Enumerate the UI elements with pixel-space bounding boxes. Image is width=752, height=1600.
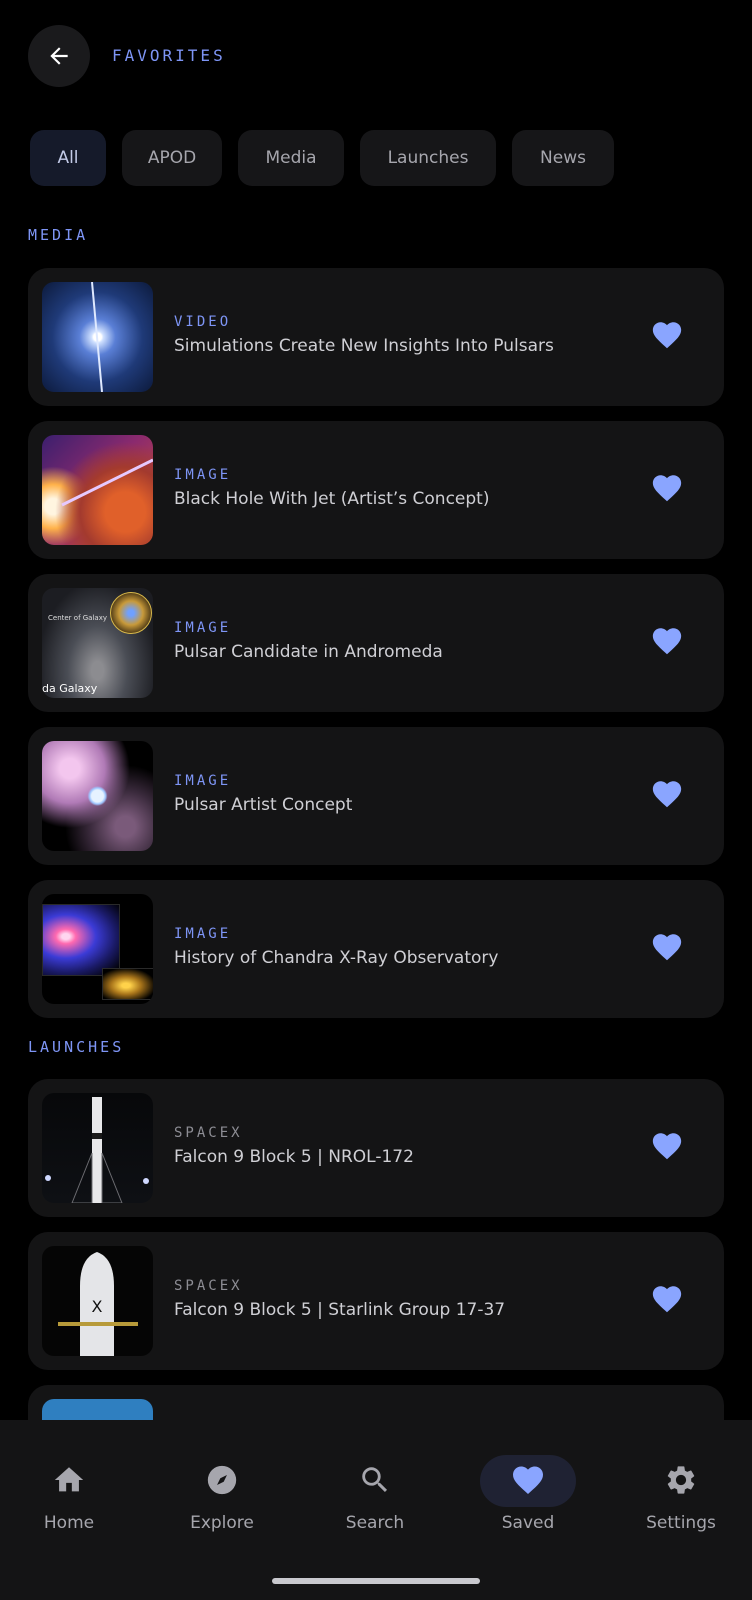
arrow-left-icon xyxy=(50,47,68,65)
nav-label: Explore xyxy=(190,1513,254,1533)
back-button[interactable] xyxy=(28,25,90,87)
item-title: Black Hole With Jet (Artist’s Concept) xyxy=(174,489,490,509)
thumbnail-image xyxy=(42,282,153,392)
filter-chips: All APOD Media Launches News xyxy=(30,130,614,186)
nav-item-saved[interactable]: Saved xyxy=(463,1450,593,1540)
thumbnail-image xyxy=(42,435,153,545)
thumbnail-caption-small: Center of Galaxy xyxy=(48,614,107,622)
favorite-card[interactable]: SPACEX Falcon 9 Block 5 | NROL-172 xyxy=(28,1079,724,1217)
heart-icon[interactable] xyxy=(650,1129,684,1163)
heart-icon[interactable] xyxy=(650,318,684,352)
item-category: IMAGE xyxy=(174,926,232,942)
heart-icon[interactable] xyxy=(650,777,684,811)
nav-item-search[interactable]: Search xyxy=(310,1450,440,1540)
top-bar: FAVORITES xyxy=(0,0,752,115)
heart-icon xyxy=(503,1460,553,1500)
filter-chip-launches[interactable]: Launches xyxy=(360,130,496,186)
nav-item-settings[interactable]: Settings xyxy=(616,1450,746,1540)
favorite-card[interactable]: IMAGE History of Chandra X-Ray Observato… xyxy=(28,880,724,1018)
thumbnail-image xyxy=(42,894,153,1004)
item-category: IMAGE xyxy=(174,620,232,636)
item-category: IMAGE xyxy=(174,467,232,483)
favorite-card[interactable]: IMAGE Pulsar Artist Concept xyxy=(28,727,724,865)
filter-chip-apod[interactable]: APOD xyxy=(122,130,222,186)
item-title: History of Chandra X-Ray Observatory xyxy=(174,948,499,968)
page-title: FAVORITES xyxy=(112,46,226,65)
filter-chip-news[interactable]: News xyxy=(512,130,614,186)
nav-label: Saved xyxy=(501,1513,555,1533)
favorite-card[interactable]: IMAGE Black Hole With Jet (Artist’s Conc… xyxy=(28,421,724,559)
favorite-card[interactable]: VIDEO Simulations Create New Insights In… xyxy=(28,268,724,406)
nav-label: Settings xyxy=(646,1513,716,1533)
section-label-launches: LAUNCHES xyxy=(28,1038,125,1056)
nav-item-explore[interactable]: Explore xyxy=(157,1450,287,1540)
item-title: Falcon 9 Block 5 | Starlink Group 17-37 xyxy=(174,1300,506,1320)
heart-icon[interactable] xyxy=(650,930,684,964)
item-category: IMAGE xyxy=(174,773,232,789)
heart-icon[interactable] xyxy=(650,471,684,505)
gear-icon xyxy=(656,1460,706,1500)
item-title: Pulsar Candidate in Andromeda xyxy=(174,642,443,662)
favorite-card[interactable]: Center of Galaxy da Galaxy IMAGE Pulsar … xyxy=(28,574,724,712)
item-title: Pulsar Artist Concept xyxy=(174,795,353,815)
filter-chip-all[interactable]: All xyxy=(30,130,106,186)
heart-icon[interactable] xyxy=(650,1282,684,1316)
item-title: Falcon 9 Block 5 | NROL-172 xyxy=(174,1147,414,1167)
thumbnail-image: Center of Galaxy da Galaxy xyxy=(42,588,153,698)
home-icon xyxy=(44,1460,94,1500)
nav-label: Home xyxy=(43,1513,95,1533)
item-title: Simulations Create New Insights Into Pul… xyxy=(174,336,554,356)
home-indicator[interactable] xyxy=(272,1578,480,1584)
heart-icon[interactable] xyxy=(650,624,684,658)
thumbnail-image xyxy=(42,741,153,851)
compass-icon xyxy=(197,1460,247,1500)
filter-chip-media[interactable]: Media xyxy=(238,130,344,186)
nav-label: Search xyxy=(345,1513,405,1533)
bottom-navigation: Home Explore Search Saved Settings xyxy=(0,1420,752,1600)
thumbnail-caption: da Galaxy xyxy=(42,682,98,695)
section-label-media: MEDIA xyxy=(28,226,89,244)
item-category: SPACEX xyxy=(174,1125,243,1141)
item-category: SPACEX xyxy=(174,1278,243,1294)
nav-item-home[interactable]: Home xyxy=(4,1450,134,1540)
thumbnail-image xyxy=(42,1093,153,1203)
search-icon xyxy=(350,1460,400,1500)
thumbnail-image: X xyxy=(42,1246,153,1356)
favorite-card[interactable]: X SPACEX Falcon 9 Block 5 | Starlink Gro… xyxy=(28,1232,724,1370)
item-category: VIDEO xyxy=(174,314,232,330)
svg-text:X: X xyxy=(92,1297,103,1316)
